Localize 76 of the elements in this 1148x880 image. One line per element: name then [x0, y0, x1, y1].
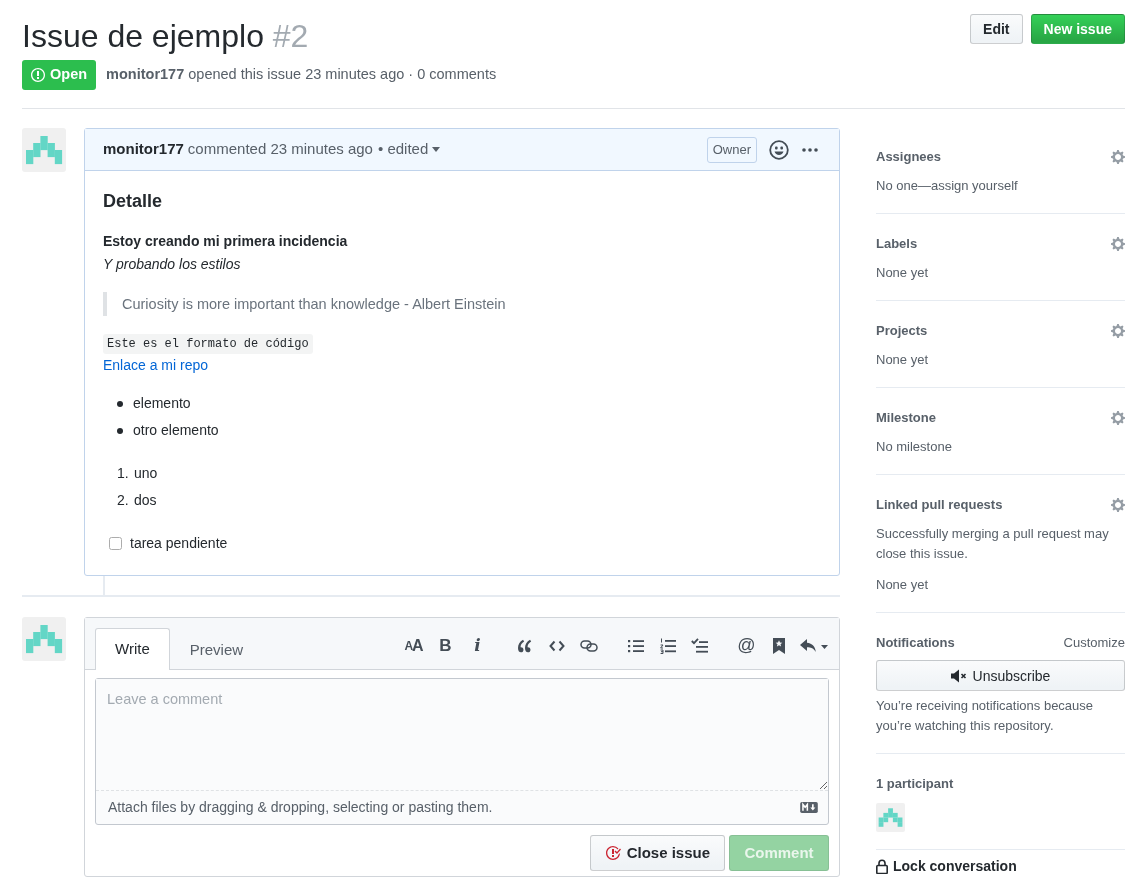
- repo-link[interactable]: Enlace a mi repo: [103, 357, 209, 373]
- editor-tab[interactable]: Write: [95, 628, 170, 670]
- section-heading: Detalle: [103, 190, 163, 212]
- list-item: otro elemento: [133, 421, 219, 440]
- link-icon: [579, 639, 598, 652]
- settings-icon[interactable]: [1111, 149, 1125, 165]
- sidebar-value: None yet: [876, 351, 929, 369]
- task-label: tarea pendiente: [130, 534, 228, 553]
- close-issue-button[interactable]: Close issue: [589, 835, 725, 871]
- unsubscribe-button[interactable]: Unsubscribe: [876, 660, 1125, 691]
- lock-conversation-button[interactable]: Lock conversation: [876, 858, 1017, 874]
- comment-field[interactable]: Leave a comment: [96, 679, 828, 790]
- edit-button[interactable]: Edit: [970, 14, 1023, 44]
- lock-icon: [876, 858, 888, 874]
- sidebar-heading: Notifications: [876, 634, 955, 653]
- code-icon: [548, 639, 565, 652]
- sidebar-heading: Projects: [876, 322, 928, 341]
- issue-number: #2: [272, 18, 309, 54]
- issue-summary: opened this issue 23 minutes ago · 0 comments: [188, 66, 497, 83]
- list-item: dos: [134, 491, 157, 510]
- sidebar-heading: Assignees: [876, 148, 942, 167]
- sidebar-value: No one—assign yourself: [876, 177, 1018, 195]
- reply-icon: [800, 637, 828, 654]
- mute-icon: [950, 668, 967, 683]
- task-list-icon: [691, 638, 708, 653]
- issue-title: Issue de ejemplo: [22, 18, 264, 54]
- bullet-icon: [117, 400, 123, 407]
- list-item: elemento: [133, 394, 191, 413]
- blockquote: Curiosity is more important than knowledge - Albert Einstein: [103, 292, 521, 316]
- sidebar-heading: 1 participant: [876, 775, 954, 794]
- task-checkbox[interactable]: [109, 537, 122, 550]
- sidebar-value: None yet: [876, 576, 929, 594]
- sidebar-heading: Milestone: [876, 409, 936, 428]
- more-icon[interactable]: [802, 147, 818, 152]
- mention-button[interactable]: @: [735, 634, 758, 657]
- settings-icon[interactable]: [1111, 410, 1125, 426]
- status-label: Open: [50, 65, 88, 85]
- bold-button[interactable]: B: [434, 634, 457, 657]
- list-number: 2.: [116, 491, 130, 510]
- author-link[interactable]: monitor177: [106, 66, 185, 83]
- settings-icon[interactable]: [1111, 323, 1125, 339]
- sidebar-heading: Linked pull requests: [876, 496, 1003, 515]
- sidebar-value: Successfully merging a pull request may close this issue.: [876, 525, 1110, 563]
- code-snippet: Este es el formato de código: [103, 334, 313, 354]
- sidebar-value: None yet: [876, 264, 929, 282]
- attach-hint: Attach files by dragging & dropping, selecting or pasting them.: [108, 798, 493, 817]
- edited-dropdown[interactable]: • edited: [377, 138, 441, 161]
- pixel-avatar-icon: [22, 617, 66, 661]
- owner-badge: Owner: [706, 136, 757, 163]
- author-link[interactable]: monitor177: [103, 138, 184, 161]
- list-item: uno: [134, 464, 158, 483]
- quote-icon: [517, 637, 532, 654]
- editor-tab[interactable]: Preview: [169, 629, 264, 670]
- bullet-icon: [117, 427, 123, 434]
- smiley-icon[interactable]: [769, 139, 789, 160]
- bookmark-icon: [772, 637, 785, 654]
- customize-link[interactable]: Customize: [1063, 633, 1125, 653]
- comment-timestamp: commented 23 minutes ago: [187, 139, 373, 160]
- bold-text: Estoy creando mi primera incidencia: [103, 232, 348, 251]
- settings-icon[interactable]: [1111, 497, 1125, 513]
- list-number: 1.: [116, 464, 130, 483]
- markdown-icon: [800, 802, 818, 813]
- editor-panel[interactable]: Leave a comment Attach files by dragging & dropping, selecting or pasting them.: [95, 678, 829, 825]
- text-size-button[interactable]: AA: [402, 634, 425, 657]
- bulleted-list-icon: [627, 638, 644, 653]
- numbered-list-icon: [659, 637, 676, 654]
- settings-icon[interactable]: [1111, 236, 1125, 252]
- notification-reason: You’re receiving notifications because you’re watching this repository.: [876, 697, 1095, 735]
- italic-button[interactable]: i: [466, 634, 489, 657]
- sidebar-value: No milestone: [876, 438, 952, 456]
- pixel-avatar-icon: [22, 128, 66, 172]
- italic-text: Y probando los estilos: [103, 255, 241, 274]
- issue-closed-icon: [604, 845, 621, 861]
- pixel-avatar-icon: [876, 803, 905, 832]
- sidebar-heading: Labels: [876, 235, 918, 254]
- caret-icon: [432, 147, 441, 152]
